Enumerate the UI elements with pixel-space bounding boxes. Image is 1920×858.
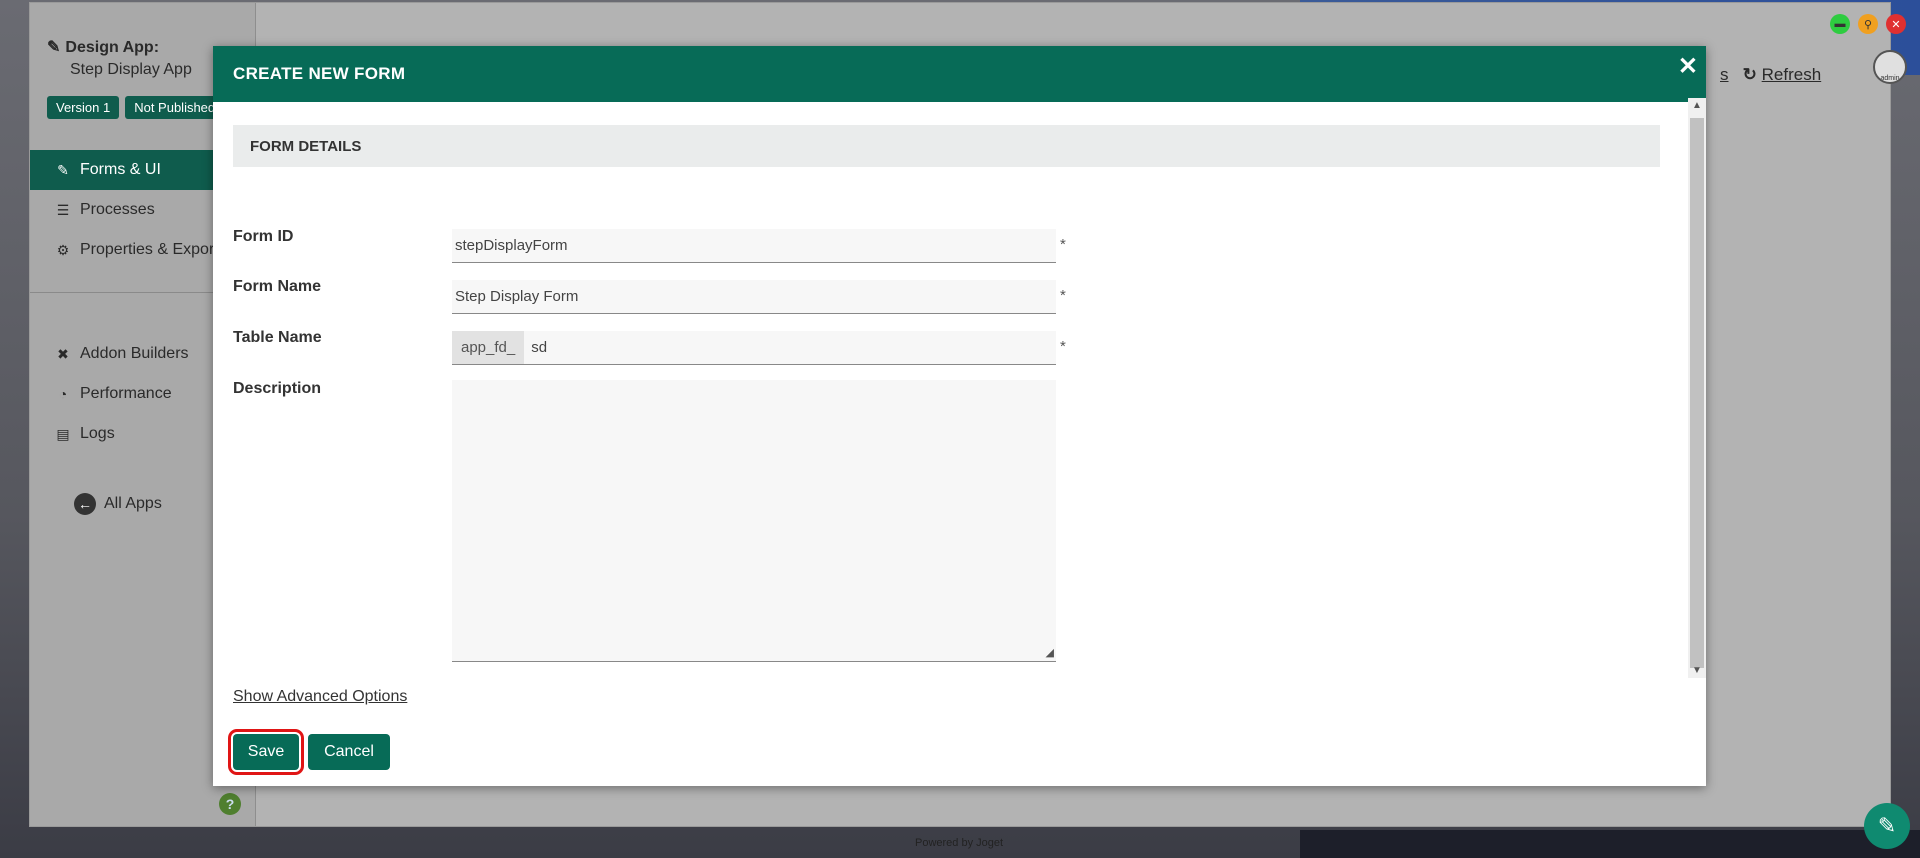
dialog-body: FORM DETAILS Form ID stepDisplayForm * F… <box>228 102 1679 786</box>
list-icon: ☰ <box>56 201 70 218</box>
dialog-close-icon[interactable]: ✕ <box>1678 52 1698 81</box>
cancel-button[interactable]: Cancel <box>308 734 390 770</box>
arrow-left-icon: ← <box>74 493 96 515</box>
tools-icon: ✖ <box>57 345 69 362</box>
table-name-label: Table Name <box>233 329 322 346</box>
form-id-label: Form ID <box>233 228 294 245</box>
required-marker: * <box>1060 236 1066 253</box>
table-name-input[interactable]: app_fd_ sd <box>452 331 1056 365</box>
save-button[interactable]: Save <box>228 729 304 775</box>
description-textarea[interactable]: ◢ <box>452 380 1056 662</box>
table-prefix: app_fd_ <box>452 331 525 364</box>
avatar[interactable]: admin <box>1873 50 1907 84</box>
form-id-input[interactable]: stepDisplayForm <box>452 229 1056 263</box>
edit-icon: ✎ <box>47 39 61 56</box>
header-link-partial[interactable]: s <box>1720 65 1729 84</box>
scroll-up-icon[interactable]: ▲ <box>1692 100 1702 111</box>
app-name: Step Display App <box>70 61 192 78</box>
maximize-icon[interactable]: ▬ <box>1830 14 1850 34</box>
gear-icon: ⚙ <box>56 241 70 258</box>
close-icon[interactable]: ✕ <box>1886 14 1906 34</box>
scroll-icon: ▤ <box>56 425 70 442</box>
edit-fab-button[interactable]: ✎ <box>1864 803 1910 849</box>
pencil-icon: ✎ <box>1877 813 1897 838</box>
edit-icon: ✎ <box>57 161 69 178</box>
scroll-down-icon[interactable]: ▼ <box>1692 665 1702 676</box>
scrollbar-thumb[interactable] <box>1690 118 1704 668</box>
design-app-title: ✎ Design App: <box>47 39 160 56</box>
version-badge[interactable]: Version 1 <box>47 96 120 119</box>
powered-by: Powered by Joget <box>915 837 1004 849</box>
resize-handle-icon[interactable]: ◢ <box>1046 646 1054 659</box>
form-name-label: Form Name <box>233 278 322 295</box>
all-apps-link[interactable]: ← All Apps <box>74 493 162 515</box>
show-advanced-options-link[interactable]: Show Advanced Options <box>233 688 407 706</box>
desktop-wallpaper-bottom <box>1300 830 1920 858</box>
refresh-link[interactable]: Refresh <box>1762 65 1822 84</box>
required-marker: * <box>1060 338 1066 355</box>
refresh-icon: ↻ <box>1742 65 1757 84</box>
dashboard-icon: ◔ <box>58 386 68 402</box>
create-form-dialog: CREATE NEW FORM ✕ FORM DETAILS Form ID s… <box>213 46 1706 786</box>
form-name-input[interactable]: Step Display Form <box>452 280 1056 314</box>
help-icon[interactable]: ? <box>219 793 241 815</box>
dialog-title: CREATE NEW FORM <box>233 64 406 83</box>
header-links: s ↻ Refresh <box>1720 65 1821 85</box>
publish-status-badge[interactable]: Not Published <box>125 96 225 119</box>
badges: Version 1 Not Published <box>47 96 225 119</box>
pin-icon[interactable]: ⚲ <box>1858 14 1878 34</box>
section-header: FORM DETAILS <box>233 125 1660 167</box>
description-label: Description <box>233 380 322 397</box>
dialog-header: CREATE NEW FORM <box>213 46 1706 102</box>
dialog-scrollbar[interactable]: ▲ ▼ <box>1688 98 1706 678</box>
required-marker: * <box>1060 287 1066 304</box>
window-controls: ▬ ⚲ ✕ <box>1830 14 1906 34</box>
